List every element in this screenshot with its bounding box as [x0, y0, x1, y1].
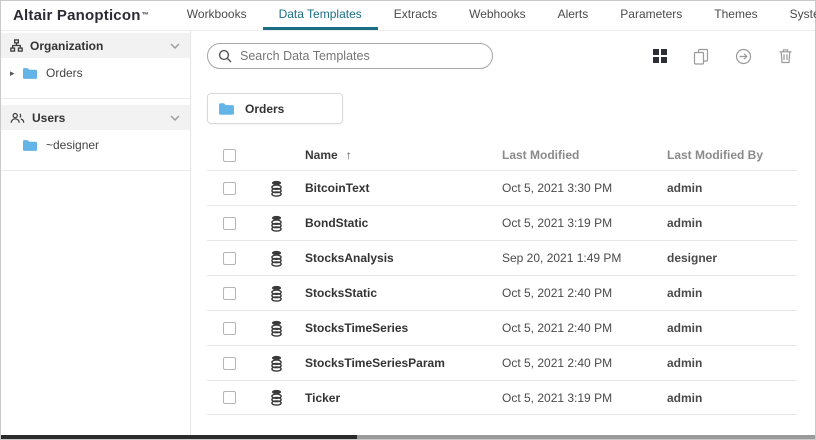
sidebar-item-label: ~designer — [46, 138, 99, 152]
copy-icon — [693, 48, 709, 65]
main-content: Orders Name ↑ Last Modified Last Modifie… — [191, 31, 815, 436]
folder-card-label: Orders — [245, 102, 284, 116]
cell-template-name: StocksAnalysis — [305, 251, 502, 265]
column-header-name[interactable]: Name ↑ — [305, 148, 502, 162]
table-row[interactable]: StocksAnalysis Sep 20, 2021 1:49 PM desi… — [207, 240, 797, 275]
cell-template-name: Ticker — [305, 391, 502, 405]
table-row[interactable]: BondStatic Oct 5, 2021 3:19 PM admin — [207, 205, 797, 240]
row-checkbox[interactable] — [223, 217, 236, 230]
row-checkbox[interactable] — [223, 182, 236, 195]
search-box — [207, 43, 493, 69]
cell-last-modified: Oct 5, 2021 3:19 PM — [502, 391, 667, 405]
tab-system[interactable]: System — [774, 1, 816, 30]
table-row[interactable]: StocksStatic Oct 5, 2021 2:40 PM admin — [207, 275, 797, 310]
table-row[interactable]: StocksTimeSeriesParam Oct 5, 2021 2:40 P… — [207, 345, 797, 380]
tab-alerts[interactable]: Alerts — [542, 1, 605, 30]
tab-workbooks[interactable]: Workbooks — [171, 1, 263, 30]
sidebar-item-label: Orders — [46, 66, 83, 80]
trademark-symbol: ™ — [142, 12, 149, 19]
users-icon — [10, 112, 25, 124]
cell-template-name: BitcoinText — [305, 181, 502, 195]
select-all-checkbox[interactable] — [223, 149, 236, 162]
search-input[interactable] — [240, 49, 482, 63]
cell-last-modified-by: admin — [667, 391, 797, 405]
sort-asc-icon: ↑ — [346, 148, 352, 162]
chevron-down-icon[interactable] — [170, 115, 180, 121]
trash-icon — [778, 48, 793, 64]
database-icon — [269, 215, 305, 232]
tab-parameters[interactable]: Parameters — [604, 1, 698, 30]
table-row[interactable]: StocksTimeSeries Oct 5, 2021 2:40 PM adm… — [207, 310, 797, 345]
tab-data-templates[interactable]: Data Templates — [263, 1, 378, 30]
cell-last-modified: Sep 20, 2021 1:49 PM — [502, 251, 667, 265]
database-icon — [269, 285, 305, 302]
folder-icon — [22, 67, 38, 80]
cell-last-modified: Oct 5, 2021 2:40 PM — [502, 286, 667, 300]
cell-last-modified: Oct 5, 2021 3:30 PM — [502, 181, 667, 195]
delete-button[interactable] — [778, 48, 793, 64]
cell-template-name: StocksTimeSeriesParam — [305, 356, 502, 370]
row-checkbox[interactable] — [223, 391, 236, 404]
cell-last-modified-by: admin — [667, 356, 797, 370]
cell-last-modified-by: admin — [667, 216, 797, 230]
grid-view-button[interactable] — [653, 49, 667, 63]
cell-last-modified: Oct 5, 2021 3:19 PM — [502, 216, 667, 230]
move-icon — [735, 48, 752, 65]
move-button[interactable] — [735, 48, 752, 65]
cell-last-modified-by: designer — [667, 251, 797, 265]
cell-last-modified-by: admin — [667, 321, 797, 335]
app-logo: Altair Panopticon™ — [1, 1, 159, 30]
cell-template-name: StocksTimeSeries — [305, 321, 502, 335]
table-row[interactable]: BitcoinText Oct 5, 2021 3:30 PM admin — [207, 170, 797, 205]
sidebar-item-designer[interactable]: ~designer — [1, 130, 190, 160]
cell-last-modified-by: admin — [667, 286, 797, 300]
cell-template-name: BondStatic — [305, 216, 502, 230]
cell-last-modified: Oct 5, 2021 2:40 PM — [502, 356, 667, 370]
table-header-row: Name ↑ Last Modified Last Modified By — [207, 140, 797, 170]
organization-section-header[interactable]: Organization — [1, 33, 190, 58]
organization-section-label: Organization — [30, 39, 170, 53]
row-checkbox[interactable] — [223, 357, 236, 370]
cell-last-modified: Oct 5, 2021 2:40 PM — [502, 321, 667, 335]
tab-webhooks[interactable]: Webhooks — [453, 1, 541, 30]
row-checkbox[interactable] — [223, 322, 236, 335]
app-header: Altair Panopticon™ Workbooks Data Templa… — [1, 1, 815, 31]
tab-extracts[interactable]: Extracts — [378, 1, 453, 30]
bottom-cutoff-strip — [1, 435, 815, 439]
folder-icon — [22, 139, 38, 152]
cell-template-name: StocksStatic — [305, 286, 502, 300]
top-nav: Workbooks Data Templates Extracts Webhoo… — [171, 1, 816, 30]
logo-text: Altair Panopticon — [13, 7, 141, 24]
sidebar-section-users: Users ~designer — [1, 105, 190, 171]
row-checkbox[interactable] — [223, 252, 236, 265]
users-section-header[interactable]: Users — [1, 105, 190, 130]
sidebar-item-orders[interactable]: ▸ Orders — [1, 58, 190, 88]
database-icon — [269, 320, 305, 337]
folder-card-orders[interactable]: Orders — [207, 93, 343, 124]
data-templates-table: Name ↑ Last Modified Last Modified By — [207, 140, 797, 415]
expand-caret-icon[interactable]: ▸ — [10, 68, 22, 79]
database-icon — [269, 355, 305, 372]
cell-last-modified-by: admin — [667, 181, 797, 195]
search-icon — [218, 49, 232, 63]
tab-themes[interactable]: Themes — [698, 1, 773, 30]
table-row[interactable]: Ticker Oct 5, 2021 3:19 PM admin — [207, 380, 797, 415]
chevron-down-icon[interactable] — [170, 43, 180, 49]
org-chart-icon — [10, 39, 23, 52]
database-icon — [269, 250, 305, 267]
column-header-last-modified[interactable]: Last Modified — [502, 148, 667, 162]
folder-icon — [218, 102, 235, 116]
column-header-last-modified-by[interactable]: Last Modified By — [667, 148, 797, 162]
sidebar-section-organization: Organization ▸ Orders — [1, 33, 190, 99]
users-section-label: Users — [32, 111, 170, 125]
sidebar: Organization ▸ Orders — [1, 31, 191, 436]
database-icon — [269, 180, 305, 197]
row-checkbox[interactable] — [223, 287, 236, 300]
copy-button[interactable] — [693, 48, 709, 65]
database-icon — [269, 389, 305, 406]
toolbar — [653, 48, 793, 65]
grid-view-icon — [653, 49, 667, 63]
